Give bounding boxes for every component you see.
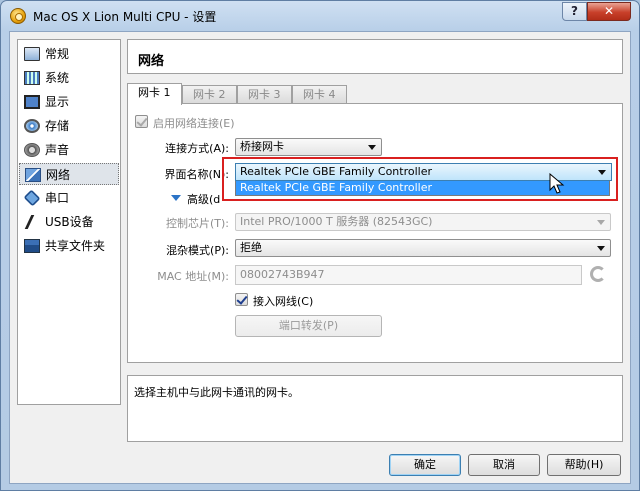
enable-adapter-checkbox[interactable] [135, 115, 148, 128]
attached-to-select[interactable]: 桥接网卡 [235, 138, 382, 156]
cancel-button[interactable]: 取消 [468, 454, 540, 476]
chevron-down-icon [597, 246, 605, 251]
promiscuous-mode-value: 拒绝 [240, 241, 262, 254]
chevron-down-icon [597, 220, 605, 225]
sidebar-item-serial-ports[interactable]: 串口 [19, 187, 119, 209]
promiscuous-mode-label: 混杂模式(P): [166, 244, 229, 257]
adapter-type-value: Intel PRO/1000 T 服务器 (82543GC) [240, 215, 433, 228]
cable-connected-checkbox[interactable] [235, 293, 248, 306]
mouse-cursor-icon [549, 173, 565, 194]
network-icon [25, 168, 41, 182]
usb-icon [24, 215, 48, 229]
adapter-name-label: 界面名称(N): [164, 168, 229, 181]
close-window-button[interactable]: ✕ [587, 2, 631, 21]
sidebar-item-display[interactable]: 显示 [19, 91, 119, 113]
sidebar-item-label: 系统 [45, 71, 70, 85]
system-icon [24, 71, 40, 85]
sidebar-item-general[interactable]: 常规 [19, 43, 119, 65]
sidebar-item-label: 显示 [45, 95, 70, 109]
promiscuous-mode-select[interactable]: 拒绝 [235, 239, 611, 257]
expand-arrow-icon[interactable] [171, 195, 181, 201]
sidebar-item-label: USB设备 [45, 215, 94, 229]
audio-icon [24, 143, 40, 157]
general-icon [24, 47, 40, 61]
storage-icon [24, 119, 40, 133]
window-title: Mac OS X Lion Multi CPU - 设置 [33, 10, 217, 24]
display-icon [24, 95, 40, 109]
attached-to-label: 连接方式(A): [165, 142, 229, 155]
sidebar-item-label: 存储 [45, 119, 70, 133]
sidebar-item-label: 共享文件夹 [45, 239, 106, 253]
dialog-client-area: 常规 系统 显示 存储 声音 网络 串口 USB设备 共享文件夹 网络 网卡 1… [9, 31, 631, 484]
tab-adapter-4[interactable]: 网卡 4 [292, 85, 347, 104]
sidebar-item-shared-folders[interactable]: 共享文件夹 [19, 235, 119, 257]
app-gear-icon [10, 8, 26, 24]
adapter-type-select[interactable]: Intel PRO/1000 T 服务器 (82543GC) [235, 213, 611, 231]
cable-connected-label: 接入网线(C) [253, 295, 314, 308]
serial-port-icon [23, 189, 41, 207]
settings-window: Mac OS X Lion Multi CPU - 设置 ? ✕ 常规 系统 显… [0, 0, 640, 491]
mac-address-input[interactable]: 08002743B947 [235, 265, 582, 285]
adapter-type-label: 控制芯片(T): [165, 217, 229, 230]
sidebar-item-usb[interactable]: USB设备 [19, 211, 119, 233]
sidebar-item-label: 网络 [46, 168, 71, 182]
page-title: 网络 [138, 54, 165, 69]
sidebar-item-label: 常规 [45, 47, 70, 61]
tab-adapter-1[interactable]: 网卡 1 [127, 83, 182, 105]
description-box: 选择主机中与此网卡通讯的网卡。 [127, 375, 623, 442]
ok-button[interactable]: 确定 [389, 454, 461, 476]
shared-folder-icon [24, 239, 40, 253]
enable-adapter-label: 启用网络连接(E) [153, 117, 235, 130]
attached-to-value: 桥接网卡 [240, 140, 284, 153]
sidebar-item-label: 声音 [45, 143, 70, 157]
port-forwarding-button[interactable]: 端口转发(P) [235, 315, 382, 337]
sidebar-item-label: 串口 [45, 191, 70, 205]
tab-adapter-2[interactable]: 网卡 2 [182, 85, 237, 104]
title-bar[interactable]: Mac OS X Lion Multi CPU - 设置 ? ✕ [1, 1, 639, 31]
page-header: 网络 [127, 39, 623, 74]
settings-sidebar: 常规 系统 显示 存储 声音 网络 串口 USB设备 共享文件夹 [17, 39, 121, 405]
sidebar-item-audio[interactable]: 声音 [19, 139, 119, 161]
refresh-mac-icon[interactable] [590, 266, 606, 282]
advanced-toggle-label[interactable]: 高级(d [187, 191, 220, 207]
tab-adapter-3[interactable]: 网卡 3 [237, 85, 292, 104]
sidebar-item-storage[interactable]: 存储 [19, 115, 119, 137]
description-text: 选择主机中与此网卡通讯的网卡。 [134, 386, 299, 399]
sidebar-item-system[interactable]: 系统 [19, 67, 119, 89]
help-button[interactable]: 帮助(H) [547, 454, 621, 476]
mac-address-label: MAC 地址(M): [157, 270, 229, 283]
chevron-down-icon [368, 145, 376, 150]
help-title-button[interactable]: ? [562, 2, 587, 21]
sidebar-item-network[interactable]: 网络 [19, 163, 119, 185]
